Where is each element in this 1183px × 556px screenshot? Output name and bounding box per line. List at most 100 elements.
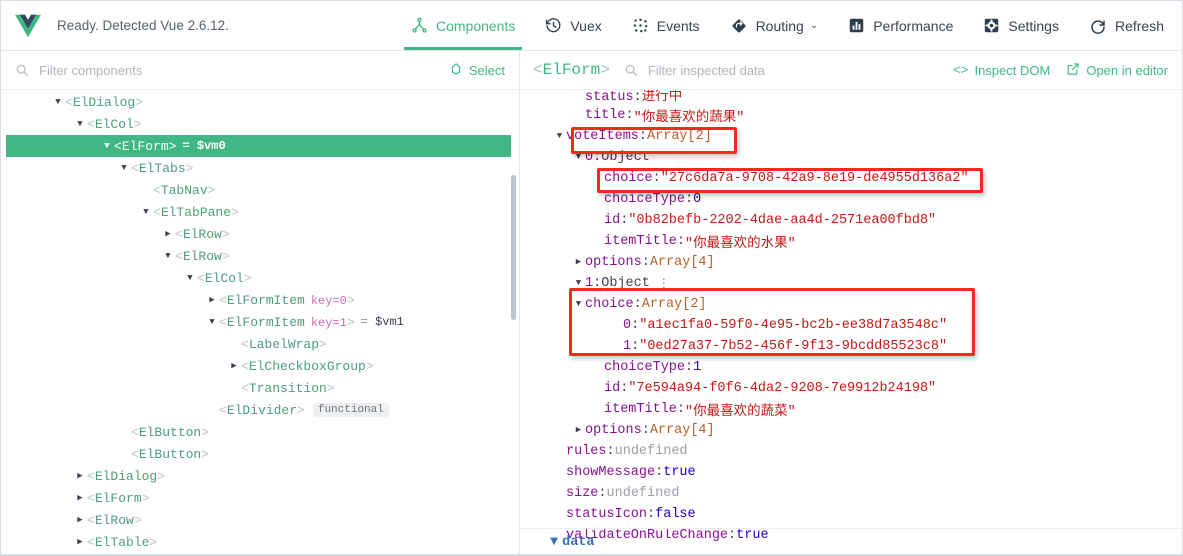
data-row[interactable]: rules: undefined: [520, 441, 1182, 462]
data-row[interactable]: ▶ options: Array[4]: [520, 420, 1182, 441]
data-row[interactable]: choiceType: 0: [520, 189, 1182, 210]
chevron-down-icon[interactable]: ▼: [550, 535, 558, 550]
data-row[interactable]: 1: "0ed27a37-7b52-456f-9f13-9bcdd85523c8…: [520, 336, 1182, 357]
chevron-right-icon[interactable]: ▶: [205, 295, 219, 305]
chevron-down-icon[interactable]: ▼: [205, 317, 219, 327]
data-row[interactable]: ▶ options: Array[4]: [520, 252, 1182, 273]
tab-components[interactable]: Components: [396, 1, 530, 50]
tree-node-elform[interactable]: ▼ <ElForm> = $vm0: [6, 135, 511, 157]
filter-components-input[interactable]: [39, 62, 433, 78]
chevron-down-icon[interactable]: ▼: [572, 279, 585, 288]
section-data[interactable]: ▼ data: [550, 532, 595, 553]
tree-node-labelwrap[interactable]: <LabelWrap>: [1, 333, 519, 355]
tree-node-tag: <ElForm>: [114, 138, 177, 154]
tab-label: Components: [435, 17, 516, 34]
chevron-right-icon[interactable]: ▶: [227, 361, 241, 371]
chevron-down-icon[interactable]: ▼: [183, 273, 197, 283]
chevron-down-icon[interactable]: ⌄: [810, 20, 818, 31]
data-row[interactable]: itemTitle: "你最喜欢的蔬菜": [520, 399, 1182, 420]
chevron-down-icon[interactable]: ▼: [161, 251, 175, 261]
vue-devtools-window: Ready. Detected Vue 2.6.12. Components V…: [0, 0, 1183, 556]
chevron-down-icon[interactable]: ▼: [73, 119, 87, 129]
chevron-down-icon[interactable]: ▼: [51, 97, 65, 107]
chevron-down-icon[interactable]: ▼: [117, 163, 131, 173]
data-row[interactable]: ▼ voteItems: Array[2]: [520, 126, 1182, 147]
data-row[interactable]: status: 进行中: [520, 90, 1182, 105]
row-menu-icon[interactable]: ⋮: [658, 276, 670, 291]
chevron-right-icon[interactable]: ▶: [572, 258, 585, 267]
tab-vuex[interactable]: Vuex: [530, 1, 616, 50]
tree-node-elformitem[interactable]: ▼ <ElFormItem key=1> = $vm1: [1, 311, 519, 333]
chevron-right-icon[interactable]: ▶: [161, 229, 175, 239]
tab-settings[interactable]: Settings: [968, 1, 1074, 50]
chevron-down-icon[interactable]: ▼: [572, 153, 585, 162]
tree-node-tag: <ElDialog>: [65, 94, 144, 110]
open-in-editor-button[interactable]: Open in editor: [1066, 62, 1168, 79]
data-row[interactable]: size: undefined: [520, 483, 1182, 504]
tree-scrollbar[interactable]: [511, 175, 516, 320]
tree-node-elrow[interactable]: ▶ <ElRow>: [1, 509, 519, 531]
tree-node-tabnav[interactable]: <TabNav>: [1, 179, 519, 201]
tree-node-transition[interactable]: <Transition>: [1, 377, 519, 399]
chevron-right-icon[interactable]: ▶: [73, 493, 87, 503]
data-row[interactable]: showMessage: true: [520, 462, 1182, 483]
tree-node-elbutton[interactable]: <ElButton>: [1, 443, 519, 465]
tree-node-elrow[interactable]: ▶ <ElRow>: [1, 223, 519, 245]
data-value: "7e594a94-f0f6-4da2-9208-7e9912b24198": [628, 381, 937, 396]
select-component-button[interactable]: Select: [449, 62, 505, 79]
chevron-down-icon[interactable]: ▼: [553, 132, 566, 141]
data-row[interactable]: ▼ 1: Object ⋮: [520, 273, 1182, 294]
tree-node-eltabs[interactable]: ▼ <ElTabs>: [1, 157, 519, 179]
tree-node-elcol[interactable]: ▼ <ElCol>: [1, 267, 519, 289]
data-row[interactable]: id: "7e594a94-f0f6-4da2-9208-7e9912b2419…: [520, 378, 1182, 399]
data-row[interactable]: 0: "a1ec1fa0-59f0-4e95-bc2b-ee38d7a3548c…: [520, 315, 1182, 336]
data-row[interactable]: statusIcon: false: [520, 504, 1182, 525]
inspected-data[interactable]: status: 进行中 title: "你最喜欢的蔬果" ▼ voteItems: A…: [520, 90, 1182, 554]
tab-performance[interactable]: Performance: [833, 1, 968, 50]
data-row[interactable]: ▼ 0: Object: [520, 147, 1182, 168]
tree-node-elbutton[interactable]: <ElButton>: [1, 421, 519, 443]
tree-node-tag: <ElTable>: [87, 534, 158, 550]
tree-node-eltabpane[interactable]: ▼ <ElTabPane>: [1, 201, 519, 223]
tab-events[interactable]: Events: [617, 1, 715, 50]
tree-node-tag: <ElRow>: [175, 248, 230, 264]
status-text: Ready. Detected Vue 2.6.12.: [57, 18, 229, 33]
chevron-down-icon[interactable]: ▼: [572, 300, 585, 309]
tree-node-eltable[interactable]: ▶ <ElTable>: [1, 531, 519, 553]
tree-node-elform[interactable]: ▶ <ElForm>: [1, 487, 519, 509]
tree-node-elcol[interactable]: ▼ <ElCol>: [1, 113, 519, 135]
tree-node-elformitem[interactable]: ▶ <ElFormItem key=0>: [1, 289, 519, 311]
data-separator: :: [652, 171, 661, 186]
inspect-dom-button[interactable]: <> Inspect DOM: [953, 63, 1050, 78]
data-key: options: [585, 423, 642, 438]
select-label: Select: [468, 62, 505, 78]
inspected-component-name: <ElForm>: [533, 61, 610, 79]
data-separator: :: [676, 234, 686, 249]
component-tree[interactable]: ▼ <ElDialog> ▼ <ElCol> ▼ <ElForm> = $vm0 ▼ <ElTa…: [1, 90, 519, 554]
data-row[interactable]: choiceType: 1: [520, 357, 1182, 378]
data-separator: :: [631, 318, 640, 333]
tab-label: Events: [656, 17, 700, 34]
data-row[interactable]: id: "0b82befb-2202-4dae-aa4d-2571ea00fbd…: [520, 210, 1182, 231]
data-row[interactable]: choice: "27c6da7a-9708-42a9-8e19-de4955d…: [520, 168, 1182, 189]
chevron-right-icon[interactable]: ▶: [73, 471, 87, 481]
data-row[interactable]: itemTitle: "你最喜欢的水果": [520, 231, 1182, 252]
tree-node-eldialog[interactable]: ▼ <ElDialog>: [1, 91, 519, 113]
tree-node-eldivider[interactable]: <ElDivider> functional: [1, 399, 519, 421]
tree-node-elcheckboxgroup[interactable]: ▶ <ElCheckboxGroup>: [1, 355, 519, 377]
filter-inspected-data-input[interactable]: [647, 62, 937, 78]
chevron-down-icon[interactable]: ▼: [139, 207, 153, 217]
tab-routing[interactable]: Routing ⌄: [715, 1, 834, 50]
chevron-right-icon[interactable]: ▶: [73, 515, 87, 525]
chevron-down-icon[interactable]: ▼: [100, 141, 114, 151]
tree-node-elrow[interactable]: ▼ <ElRow>: [1, 245, 519, 267]
tree-node-eldialog[interactable]: ▶ <ElDialog>: [1, 465, 519, 487]
code-icon: <>: [952, 62, 969, 78]
tab-refresh[interactable]: Refresh: [1074, 1, 1182, 50]
data-row[interactable]: title: "你最喜欢的蔬果": [520, 105, 1182, 126]
tab-label: Routing: [755, 17, 804, 34]
data-value: Array[2]: [641, 297, 707, 312]
chevron-right-icon[interactable]: ▶: [73, 537, 87, 547]
chevron-right-icon[interactable]: ▶: [572, 426, 585, 435]
data-row[interactable]: ▼ choice: Array[2]: [520, 294, 1182, 315]
